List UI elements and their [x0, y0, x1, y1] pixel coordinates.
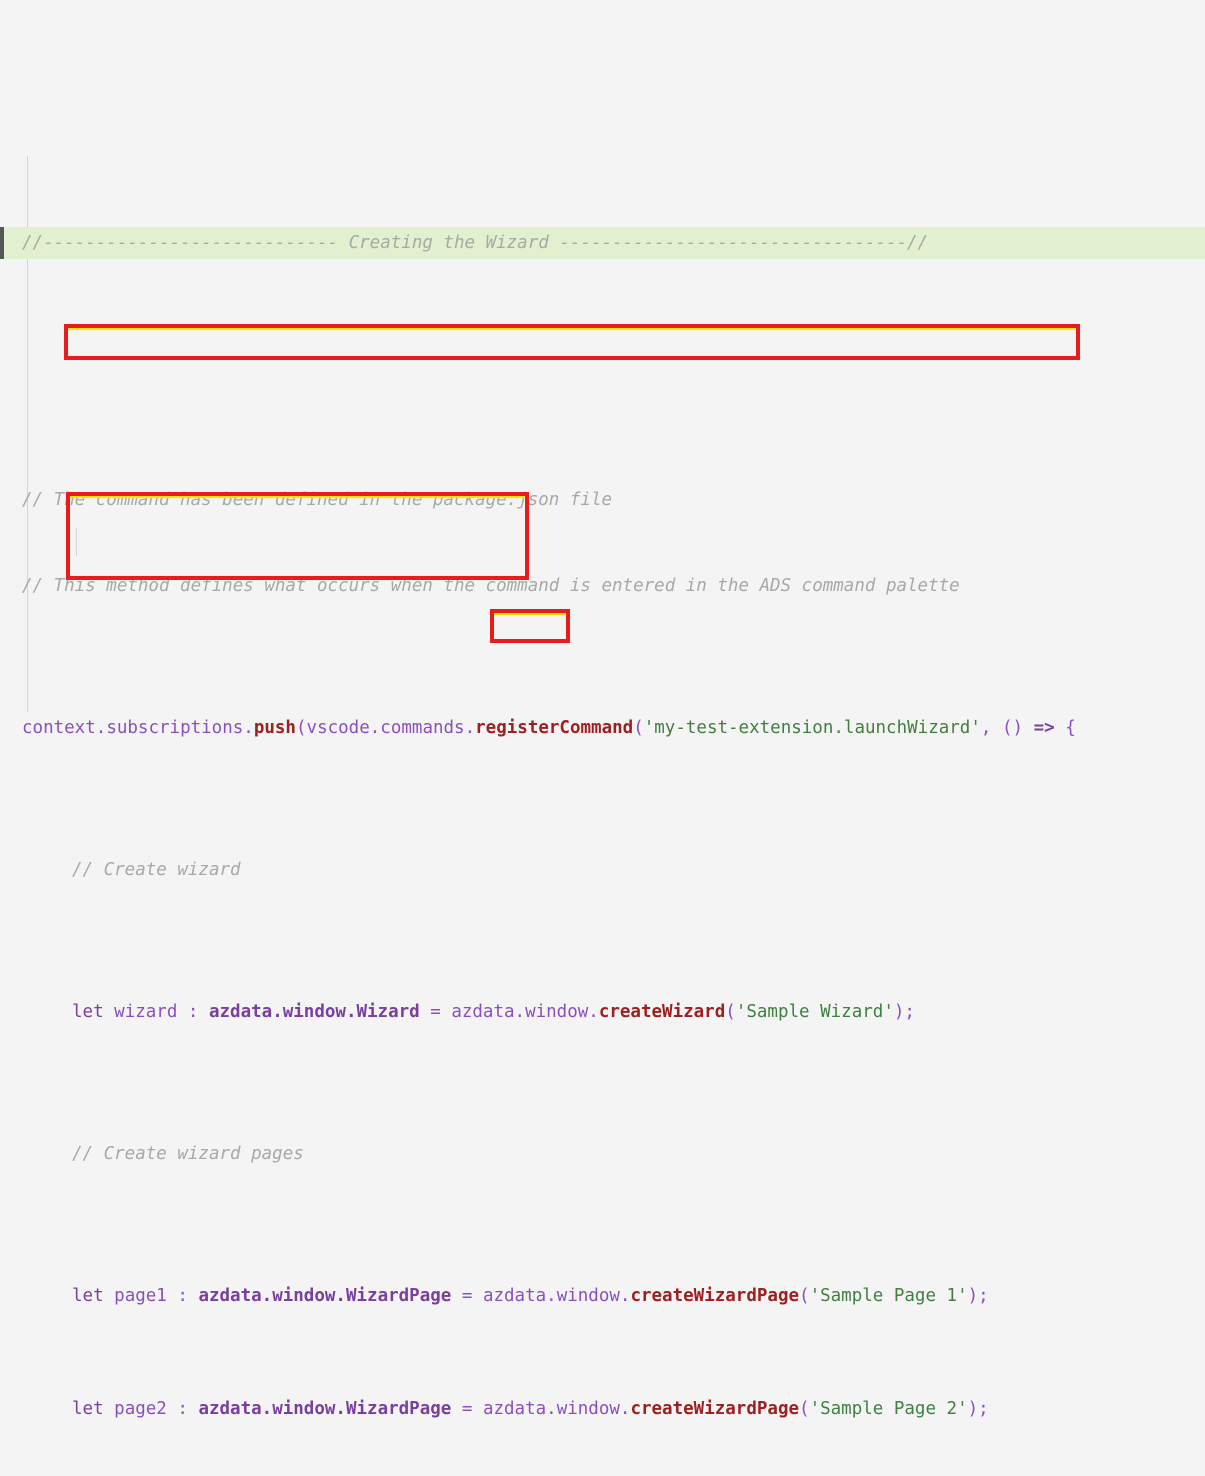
method-create-wizard: createWizard [598, 1001, 726, 1022]
brace-open: { [1065, 717, 1076, 738]
code-line-page-declaration: let page2 : azdata.window.WizardPage = a… [72, 1399, 989, 1420]
variable-wizard: wizard [114, 1001, 178, 1022]
namespace-azdata-window: azdata.window. [482, 1285, 631, 1306]
annotation-box-page4-reference [490, 609, 570, 643]
dot: . [95, 717, 107, 738]
comment-text: // This method defines what occurs when … [22, 575, 960, 596]
code-line-wizard-declaration: let wizard : azdata.window.Wizard = azda… [72, 1001, 915, 1022]
string-command-id: 'my-test-extension.launchWizard' [643, 717, 981, 738]
string-sample-wizard: 'Sample Wizard' [735, 1001, 894, 1022]
code-line-comment-1: // The command has been defined in the p… [0, 486, 1205, 514]
code-line-comment-create-pages: // Create wizard pages [0, 1140, 1205, 1168]
equals: = [419, 1001, 452, 1022]
code-line-page-declaration: let page1 : azdata.window.WizardPage = a… [72, 1285, 989, 1306]
code-line-comment-create-wizard: // Create wizard [0, 856, 1205, 884]
indent-guide-inner [76, 528, 77, 556]
type-annotation: azdata.window.Wizard [208, 1001, 420, 1022]
type-annotation: azdata.window.WizardPage [198, 1285, 452, 1306]
comment-text: // Create wizard [72, 859, 241, 880]
namespace-commands: commands [380, 717, 465, 738]
keyword-let: let [72, 1285, 104, 1306]
object-context: context [22, 717, 96, 738]
dot: . [243, 717, 254, 738]
method-push: push [253, 717, 296, 738]
section-banner: //---------------------------- Creating … [0, 227, 1205, 260]
dot: . [464, 717, 476, 738]
code-snippet-surface: //---------------------------- Creating … [0, 0, 1205, 1419]
paren-open: ( [295, 717, 307, 738]
comment-text: // The command has been defined in the p… [22, 490, 613, 511]
method-register-command: registerCommand [475, 717, 634, 738]
property-subscriptions: subscriptions [106, 717, 244, 738]
paren-open: ( [633, 717, 644, 738]
colon: : [177, 1001, 209, 1022]
empty-params: () [1001, 717, 1024, 738]
variable-page2: page2 [114, 1399, 167, 1420]
keyword-let: let [72, 1399, 104, 1420]
namespace-azdata-window: azdata.window. [482, 1399, 631, 1420]
comma: , [980, 717, 1002, 738]
method-create-wizard-page: createWizardPage [630, 1399, 800, 1420]
dot: . [369, 717, 381, 738]
namespace-vscode: vscode [306, 717, 370, 738]
string-page-title: 'Sample Page 2' [809, 1399, 968, 1420]
method-create-wizard-page: createWizardPage [630, 1285, 800, 1306]
arrow-token: => [1023, 717, 1066, 738]
type-annotation: azdata.window.WizardPage [198, 1399, 452, 1420]
variable-page1: page1 [114, 1285, 167, 1306]
comment-text: // Create wizard pages [72, 1143, 304, 1164]
keyword-let: let [72, 1001, 104, 1022]
namespace-azdata-window: azdata.window. [451, 1001, 599, 1022]
code-line-comment-2: // This method defines what occurs when … [0, 572, 1205, 600]
banner-comment-text: //---------------------------- Creating … [22, 233, 929, 254]
string-page-title: 'Sample Page 1' [809, 1285, 968, 1306]
